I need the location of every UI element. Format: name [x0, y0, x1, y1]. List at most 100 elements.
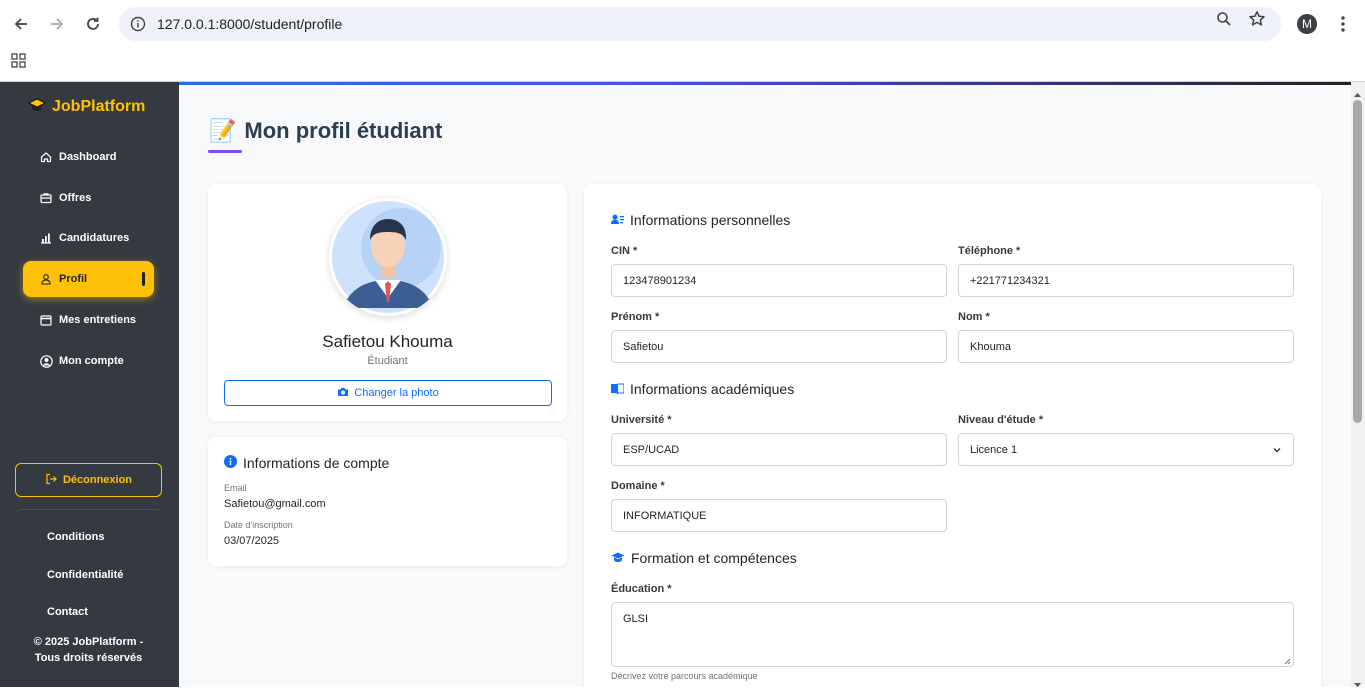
copyright-line: Tous droits réservés	[34, 652, 143, 664]
education-value: GLSI	[623, 613, 649, 625]
browser-chrome: 127.0.0.1:8000/student/profile M	[0, 0, 1365, 82]
personal-info-title-text: Informations personnelles	[630, 212, 791, 228]
user-icon	[39, 272, 53, 286]
firstname-input[interactable]: Safietou	[611, 330, 947, 363]
copyright: © 2025 JobPlatform - Tous droits réservé…	[15, 634, 162, 666]
sidebar-item-label: Offres	[59, 192, 92, 204]
main-content: 📝 Mon profil étudiant Safietou Khouma Ét…	[179, 82, 1351, 687]
memo-icon: 📝	[209, 118, 237, 143]
academic-info-title-text: Informations académiques	[630, 381, 795, 397]
account-info-title-text: Informations de compte	[243, 455, 390, 471]
home-icon	[39, 150, 53, 164]
footer-link-contact[interactable]: Contact	[47, 606, 88, 618]
apps-grid-icon[interactable]	[11, 53, 27, 69]
personal-info-title: Informations personnelles	[611, 212, 790, 228]
profile-name: Safietou Khouma	[322, 332, 453, 351]
phone-label: Téléphone *	[958, 245, 1021, 257]
scroll-up-arrow-icon[interactable]	[1353, 86, 1362, 97]
sidebar-item-offres[interactable]: Offres	[23, 180, 154, 216]
training-skills-title: Formation et compétences	[611, 550, 797, 566]
profile-role: Étudiant	[367, 355, 408, 367]
email-label: Email	[224, 483, 247, 493]
zoom-icon[interactable]	[1213, 8, 1235, 30]
profile-form-card: Informations personnelles CIN * 12347890…	[584, 184, 1321, 687]
training-skills-title-text: Formation et compétences	[631, 550, 797, 566]
sidebar-item-mon-compte[interactable]: Mon compte	[23, 343, 154, 379]
title-underline	[208, 150, 242, 153]
cin-label: CIN *	[611, 245, 638, 257]
info-circle-icon	[224, 455, 237, 471]
lastname-label: Nom *	[958, 311, 990, 323]
user-circle-icon	[39, 354, 53, 368]
signup-date-label: Date d'inscription	[224, 520, 293, 530]
forward-icon[interactable]	[45, 12, 69, 36]
resize-handle-icon[interactable]	[1283, 656, 1291, 665]
footer-link-confidentialite[interactable]: Confidentialité	[47, 569, 123, 581]
level-label: Niveau d'étude *	[958, 414, 1044, 426]
top-accent-line	[179, 82, 1351, 85]
bookmark-star-icon[interactable]	[1246, 8, 1268, 30]
copyright-line: © 2025 JobPlatform -	[33, 636, 144, 648]
level-select-value: Licence 1	[970, 443, 1018, 456]
sidebar-item-mes-entretiens[interactable]: Mes entretiens	[23, 302, 154, 338]
profile-card: Safietou Khouma Étudiant Changer la phot…	[208, 184, 567, 421]
reload-icon[interactable]	[81, 12, 105, 36]
sidebar-item-label: Dashboard	[59, 151, 117, 163]
briefcase-icon	[39, 191, 53, 205]
bookmarks-bar	[0, 48, 1365, 82]
sidebar-item-candidatures[interactable]: Candidatures	[23, 220, 154, 256]
chevron-down-icon	[1271, 444, 1283, 456]
level-select[interactable]: Licence 1	[958, 433, 1294, 466]
sidebar: JobPlatform Dashboard Offres Candidature…	[0, 82, 179, 687]
calendar-icon	[39, 313, 53, 327]
academic-info-title: Informations académiques	[611, 381, 794, 397]
university-input[interactable]: ESP/UCAD	[611, 433, 947, 466]
sidebar-item-profil[interactable]: Profil	[23, 261, 154, 297]
sidebar-item-dashboard[interactable]: Dashboard	[23, 139, 154, 175]
profile-avatar[interactable]: M	[1297, 14, 1317, 34]
firstname-label: Prénom *	[611, 311, 660, 323]
user-list-icon	[611, 212, 624, 228]
logout-label: Déconnexion	[62, 474, 133, 486]
profile-avatar-image	[329, 198, 447, 316]
education-textarea[interactable]: GLSI	[611, 602, 1294, 667]
book-icon	[611, 381, 625, 397]
education-label: Éducation *	[611, 583, 672, 595]
bar-chart-icon	[39, 231, 53, 245]
scrollbar-thumb[interactable]	[1353, 100, 1362, 423]
page-title: 📝 Mon profil étudiant	[209, 118, 442, 144]
account-info-card: Informations de compte Email Safietou@gm…	[208, 437, 567, 566]
sidebar-item-label: Mes entretiens	[59, 314, 137, 326]
account-info-title: Informations de compte	[224, 455, 389, 471]
domain-input[interactable]: INFORMATIQUE	[611, 499, 947, 532]
browser-menu-icon[interactable]	[1335, 12, 1351, 36]
page-title-text: Mon profil étudiant	[244, 118, 443, 143]
sidebar-item-label: Profil	[59, 273, 88, 285]
brand[interactable]: JobPlatform	[28, 98, 145, 116]
sidebar-item-label: Candidatures	[59, 232, 130, 244]
signup-date-value: 03/07/2025	[224, 535, 280, 547]
change-photo-button[interactable]: Changer la photo	[224, 380, 552, 406]
domain-label: Domaine *	[611, 480, 665, 492]
lastname-input[interactable]: Khouma	[958, 330, 1294, 363]
logout-button[interactable]: Déconnexion	[15, 463, 162, 497]
camera-icon	[337, 387, 349, 400]
university-label: Université *	[611, 414, 672, 426]
browser-toolbar: 127.0.0.1:8000/student/profile M	[0, 0, 1365, 48]
phone-input[interactable]: +221771234321	[958, 264, 1294, 297]
back-icon[interactable]	[9, 12, 33, 36]
logout-icon	[45, 473, 57, 488]
cin-input[interactable]: 123478901234	[611, 264, 947, 297]
sidebar-item-label: Mon compte	[59, 355, 124, 367]
education-help-text: Décrivez votre parcours académique	[611, 671, 758, 681]
email-value: Safietou@gmail.com	[224, 498, 326, 510]
brand-name: JobPlatform	[52, 98, 146, 115]
address-bar[interactable]: 127.0.0.1:8000/student/profile	[119, 7, 1281, 41]
site-info-icon[interactable]	[129, 15, 147, 33]
scroll-down-arrow-icon[interactable]	[1353, 676, 1362, 687]
url-text: 127.0.0.1:8000/student/profile	[157, 16, 343, 32]
sidebar-footer: Conditions Confidentialité Contact © 202…	[15, 509, 162, 687]
footer-link-conditions[interactable]: Conditions	[47, 531, 104, 543]
graduation-cap-icon	[611, 550, 625, 566]
graduation-cap-icon	[28, 98, 46, 116]
